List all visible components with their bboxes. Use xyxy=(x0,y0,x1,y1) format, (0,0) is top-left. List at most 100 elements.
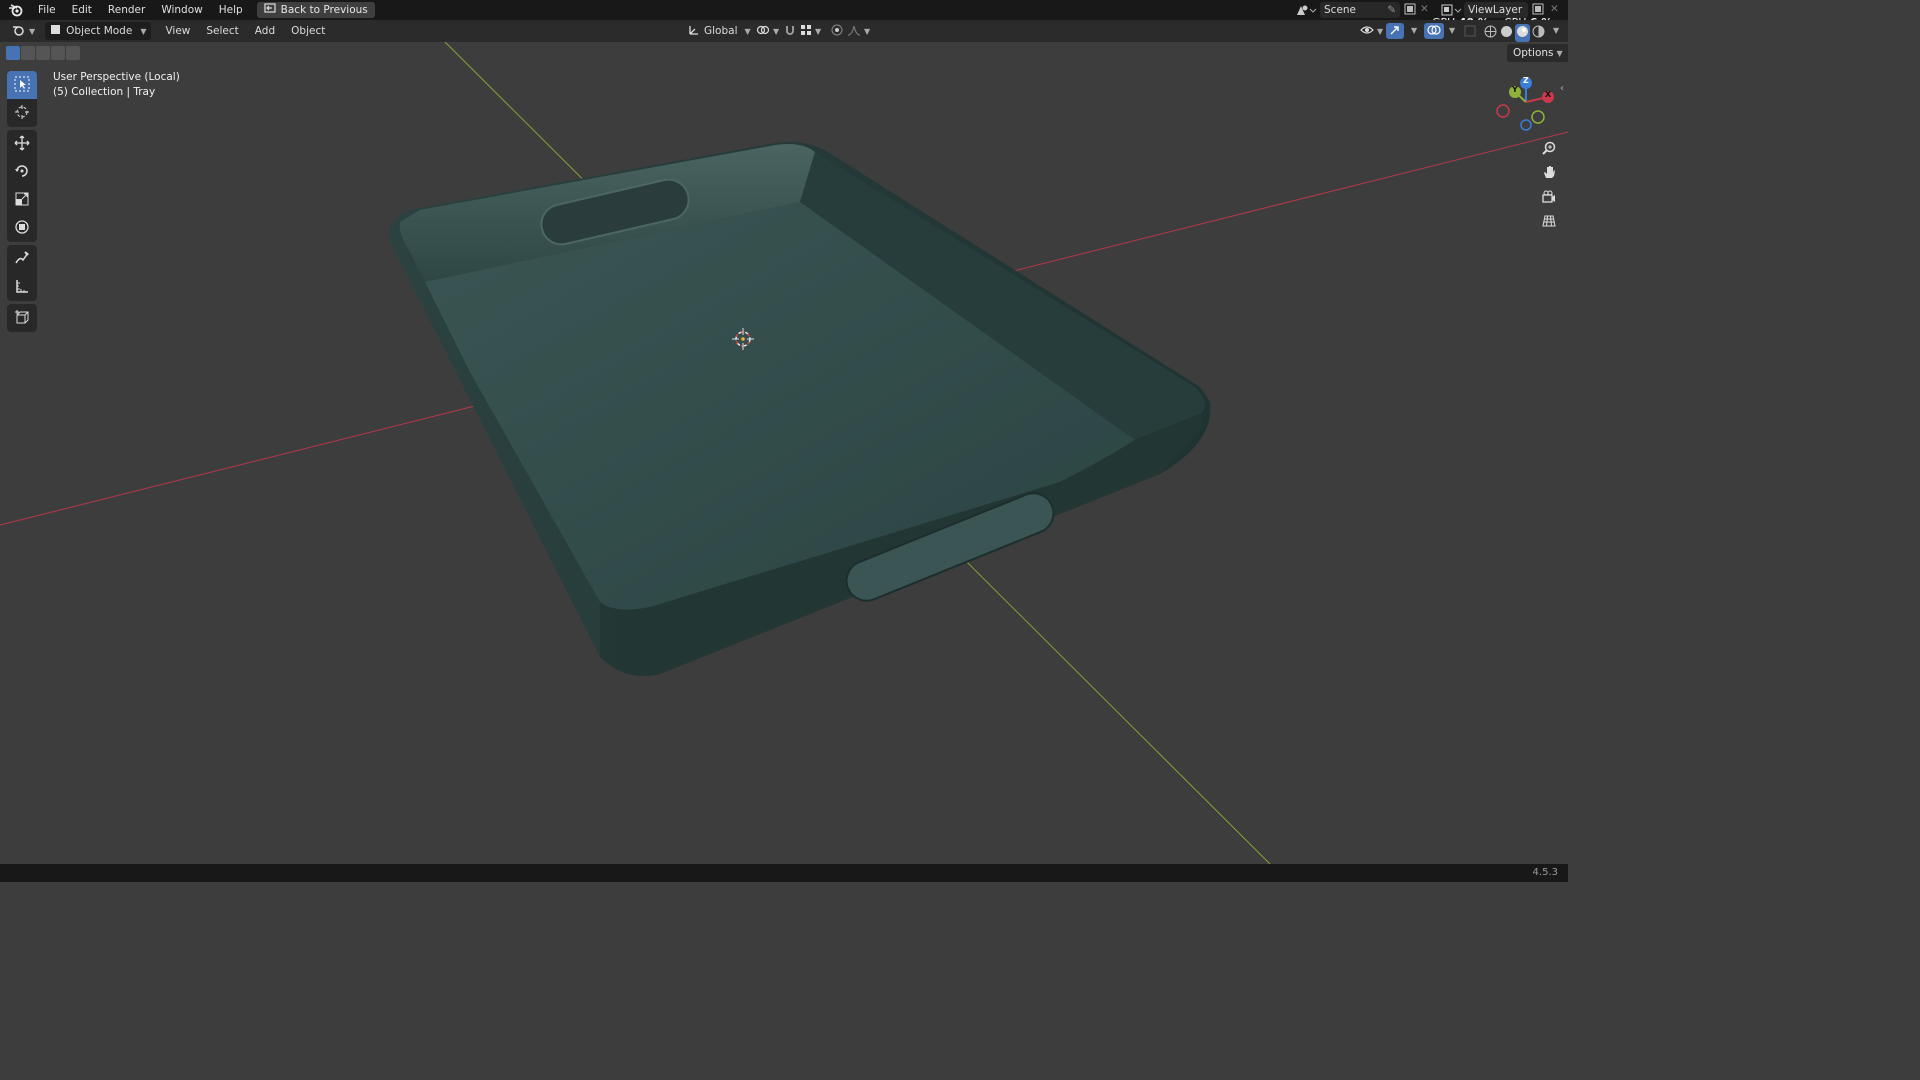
new-scene-icon[interactable] xyxy=(1404,3,1416,18)
zoom-icon xyxy=(1542,141,1556,158)
move-tool[interactable] xyxy=(7,130,37,158)
rotate-icon xyxy=(14,163,30,182)
select-invert-icon[interactable] xyxy=(51,46,65,60)
perspective-toggle-button[interactable] xyxy=(1538,211,1560,233)
pivot-point-dropdown[interactable]: ▼ xyxy=(752,22,783,40)
pivot-point-icon xyxy=(756,24,770,39)
cursor-tool[interactable] xyxy=(7,99,37,127)
overlay-toggle[interactable] xyxy=(1424,23,1444,39)
scene-name-field[interactable]: Scene ✎ xyxy=(1320,2,1400,18)
select-intersect-icon[interactable] xyxy=(66,46,80,60)
chevron-down-icon: ▼ xyxy=(140,26,147,36)
remove-scene-icon[interactable]: ✕ xyxy=(1420,3,1429,15)
menu-view[interactable]: View xyxy=(161,22,194,40)
menu-edit[interactable]: Edit xyxy=(64,0,100,20)
add-cube-tool[interactable] xyxy=(7,304,37,332)
transform-orientation-label: Global xyxy=(704,25,738,37)
options-dropdown[interactable]: Options ▼ xyxy=(1507,44,1568,62)
material-preview-shading-icon[interactable] xyxy=(1515,24,1530,42)
viewport-header: ▼ Object Mode ▼ View Select Add Object G… xyxy=(0,20,1568,42)
3d-viewport[interactable]: User Perspective (Local) (5) Collection … xyxy=(0,42,1568,864)
scene-label: Scene xyxy=(1324,4,1357,16)
shading-dropdown-icon[interactable]: ▼ xyxy=(1553,26,1559,35)
wireframe-shading-icon[interactable] xyxy=(1484,25,1497,41)
select-box-tool[interactable] xyxy=(7,71,37,99)
gizmo-dropdown-icon[interactable]: ▼ xyxy=(1411,26,1417,35)
visibility-dropdown[interactable]: ▼ xyxy=(1356,22,1387,40)
editor-type-button[interactable]: ▼ xyxy=(8,22,39,40)
magnet-icon xyxy=(784,24,796,39)
proportional-falloff-dropdown[interactable]: ▼ xyxy=(843,22,874,40)
snap-grid-icon xyxy=(800,24,812,39)
sidebar-toggle-chevron-icon[interactable]: ‹ xyxy=(1560,83,1564,94)
eye-icon xyxy=(1360,24,1374,39)
viewport-info: User Perspective (Local) (5) Collection … xyxy=(53,70,180,100)
zoom-button[interactable] xyxy=(1538,138,1560,160)
snap-target-dropdown[interactable]: ▼ xyxy=(796,22,825,40)
status-bar: 4.5.3 xyxy=(0,864,1568,882)
collection-label: (5) Collection | Tray xyxy=(53,86,156,98)
cursor-arrow-icon xyxy=(14,76,30,95)
chevron-down-icon: ▼ xyxy=(29,26,36,36)
select-new-icon[interactable] xyxy=(6,46,20,60)
transform-tool[interactable] xyxy=(7,214,37,242)
menu-add[interactable]: Add xyxy=(251,22,279,40)
chevron-down-icon: ▼ xyxy=(744,26,751,36)
transform-icon xyxy=(14,219,30,238)
rotate-tool[interactable] xyxy=(7,158,37,186)
scale-tool[interactable] xyxy=(7,186,37,214)
pencil-icon xyxy=(14,250,30,269)
chevron-down-icon: ▼ xyxy=(815,26,822,36)
navigation-gizmo[interactable]: Z Y X xyxy=(1492,74,1562,134)
back-to-previous-label: Back to Previous xyxy=(280,4,368,16)
select-extend-icon[interactable] xyxy=(21,46,35,60)
options-label: Options xyxy=(1513,47,1554,59)
object-mode-icon xyxy=(50,24,61,38)
gizmo-y-label: Y xyxy=(1512,85,1518,94)
pin-icon[interactable]: ✎ xyxy=(1387,4,1396,16)
tray-inner-floor xyxy=(425,202,1135,610)
transform-orientation-dropdown[interactable]: Global ▼ xyxy=(684,22,755,40)
scale-icon xyxy=(14,191,30,210)
chevron-down-icon: ▼ xyxy=(773,26,780,36)
menu-render[interactable]: Render xyxy=(100,0,153,20)
pan-button[interactable] xyxy=(1538,162,1560,184)
chevron-down-icon: ▼ xyxy=(864,26,871,36)
camera-view-button[interactable] xyxy=(1538,187,1560,209)
menu-select[interactable]: Select xyxy=(202,22,242,40)
measure-tool[interactable] xyxy=(7,273,37,301)
solid-shading-icon[interactable] xyxy=(1500,25,1513,41)
annotate-tool[interactable] xyxy=(7,245,37,273)
remove-viewlayer-icon[interactable]: ✕ xyxy=(1550,3,1559,15)
gizmo-toggle[interactable] xyxy=(1386,23,1404,39)
add-cube-icon xyxy=(14,309,30,328)
blender-logo-icon[interactable] xyxy=(8,3,24,17)
ruler-icon xyxy=(14,278,30,297)
viewport-scene xyxy=(0,42,1568,864)
menu-object[interactable]: Object xyxy=(287,22,329,40)
overlay-circles-icon xyxy=(1427,24,1441,39)
object-mode-dropdown[interactable]: Object Mode ▼ xyxy=(45,22,152,40)
gizmo-z-label: Z xyxy=(1523,76,1529,85)
gizmo-arrow-icon xyxy=(1389,24,1401,39)
crosshair-cursor-icon xyxy=(14,104,30,123)
move-arrows-icon xyxy=(14,135,30,154)
xray-toggle-icon[interactable] xyxy=(1464,25,1476,40)
falloff-curve-icon xyxy=(847,24,861,39)
overlay-dropdown-icon[interactable]: ▼ xyxy=(1449,26,1455,35)
back-to-previous-button[interactable]: Back to Previous xyxy=(256,2,375,18)
editor-type-icon xyxy=(12,24,26,39)
tool-shelf xyxy=(7,71,38,332)
selection-mode-group xyxy=(6,46,80,60)
scene-selector-icon[interactable] xyxy=(1295,3,1317,20)
object-mode-label: Object Mode xyxy=(66,25,133,37)
chevron-down-icon: ▼ xyxy=(1556,48,1563,58)
menu-file[interactable]: File xyxy=(30,0,64,20)
select-subtract-icon[interactable] xyxy=(36,46,50,60)
rendered-shading-icon[interactable] xyxy=(1532,25,1545,41)
perspective-label: User Perspective (Local) xyxy=(53,71,180,83)
menu-window[interactable]: Window xyxy=(153,0,210,20)
grid-perspective-icon xyxy=(1542,214,1556,231)
version-label: 4.5.3 xyxy=(1532,867,1558,878)
menu-help[interactable]: Help xyxy=(211,0,251,20)
